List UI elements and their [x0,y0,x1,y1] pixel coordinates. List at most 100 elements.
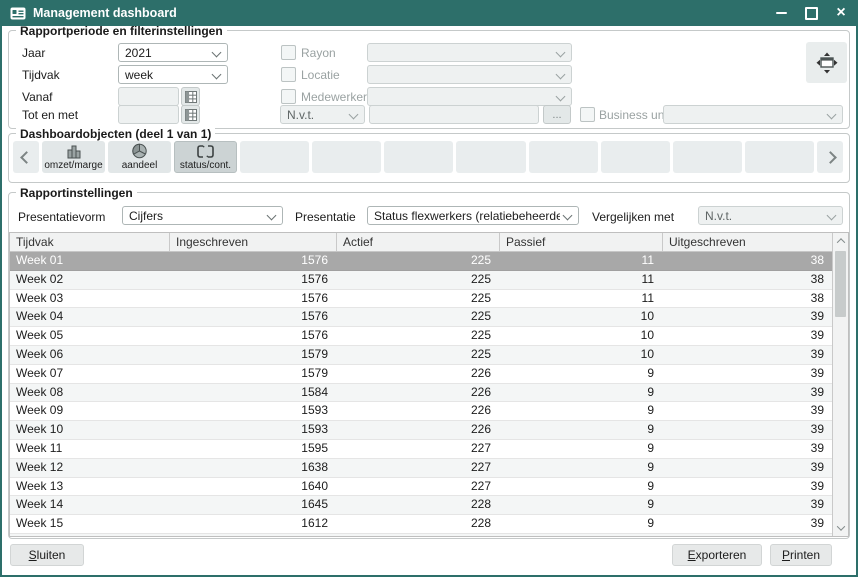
move-window-button[interactable] [806,42,847,83]
toolbar-empty-slot[interactable] [529,141,598,173]
column-header[interactable]: Actief [336,233,499,251]
locatie-select[interactable] [367,65,572,84]
window-icon [10,7,26,20]
table-row[interactable]: Week 0215762251138 [10,271,832,290]
sluiten-button[interactable]: Sluiten [10,544,84,566]
table-row[interactable]: Week 081584226939 [10,384,832,403]
business-unit-select[interactable] [663,105,843,124]
toolbar-item-omzet-marge[interactable]: omzet/marge [42,141,105,173]
toolbar-empty-slot[interactable] [240,141,309,173]
chevron-down-icon [563,211,573,221]
medewerker-checkbox[interactable] [281,89,296,104]
dashboard-toolbar: omzet/marge aandeel status/cont. [13,141,843,173]
tot-en-met-calendar-button[interactable] [181,105,200,124]
table-row[interactable]: Week 141645228939 [10,496,832,515]
cell-value: 1617 [169,534,336,537]
scroll-up-button[interactable] [833,233,848,249]
chevron-down-icon [556,92,566,102]
table-row[interactable]: Week 111595227939 [10,440,832,459]
scroll-down-button[interactable] [833,520,848,536]
tijdvak-select[interactable]: week [118,65,228,84]
table-row[interactable]: Week 121638227939 [10,459,832,478]
table-row[interactable]: Week 091593226939 [10,402,832,421]
business-unit-checkbox[interactable] [580,107,595,122]
browse-button[interactable]: ... [543,105,571,124]
table-row[interactable]: Week 151612228939 [10,515,832,534]
scrollbar-thumb[interactable] [835,251,846,317]
table-row[interactable]: Week 0415762251039 [10,308,832,327]
presentatie-select[interactable]: Status flexwerkers (relatiebeheerder) [367,206,579,225]
printen-button-label: Printen [782,548,820,562]
titlebar: Management dashboard × [0,0,858,26]
cell-value: 39 [662,478,832,496]
maximize-button[interactable] [802,4,820,22]
toolbar-next-button[interactable] [817,141,843,173]
column-header[interactable]: Ingeschreven [169,233,336,251]
cell-value: 11 [499,252,662,270]
cell-value: 39 [662,421,832,439]
rayon-checkbox[interactable] [281,45,296,60]
cell-value: 1576 [169,252,336,270]
presentatievorm-select[interactable]: Cijfers [122,206,283,225]
toolbar-empty-slot[interactable] [456,141,525,173]
cell-value: 39 [662,534,832,537]
table-row[interactable]: Week 0115762251138 [10,252,832,271]
report-settings-legend: Rapportinstellingen [16,186,137,200]
rayon-select[interactable] [367,43,572,62]
cell-value: 9 [499,402,662,420]
toolbar-prev-button[interactable] [13,141,39,173]
table-scrollbar[interactable] [832,233,848,536]
toolbar-empty-slot[interactable] [673,141,742,173]
table-row[interactable]: Week 0615792251039 [10,346,832,365]
minimize-button[interactable] [772,4,790,22]
column-header[interactable]: Passief [499,233,662,251]
cell-value: 228 [336,496,499,514]
chevron-down-icon [556,48,566,58]
filter-value-input[interactable] [369,105,539,124]
cell-value: 225 [336,346,499,364]
cell-value: 39 [662,384,832,402]
exporteren-button-label: Exporteren [688,548,747,562]
column-header[interactable]: Tijdvak [10,233,169,251]
vanaf-calendar-button[interactable] [181,87,200,106]
cell-tijdvak: Week 15 [10,515,169,533]
column-header[interactable]: Uitgeschreven [662,233,832,251]
cell-value: 1638 [169,459,336,477]
toolbar-empty-slot[interactable] [312,141,381,173]
table-row[interactable]: Week 071579226939 [10,365,832,384]
table-row[interactable]: Week 0315762251138 [10,290,832,309]
locatie-checkbox[interactable] [281,67,296,82]
cell-tijdvak: Week 10 [10,421,169,439]
toolbar-item-aandeel[interactable]: aandeel [108,141,171,173]
cell-value: 226 [336,402,499,420]
vanaf-input[interactable] [118,87,179,106]
toolbar-empty-slot[interactable] [601,141,670,173]
cell-value: 1612 [169,515,336,533]
table-row[interactable]: Week 101593226939 [10,421,832,440]
cell-value: 225 [336,290,499,308]
close-button[interactable]: × [832,4,850,22]
cell-value: 9 [499,421,662,439]
exporteren-button[interactable]: Exporteren [672,544,762,566]
move-window-icon [814,50,840,76]
chevron-up-icon [836,238,844,246]
table-header: TijdvakIngeschrevenActiefPassiefUitgesch… [10,233,832,252]
printen-button[interactable]: Printen [770,544,832,566]
nvt-select[interactable]: N.v.t. [280,105,365,124]
cell-value: 39 [662,402,832,420]
vergelijken-met-select[interactable]: N.v.t. [698,206,843,225]
toolbar-item-label: aandeel [122,160,158,171]
jaar-select[interactable]: 2021 [118,43,228,62]
tot-en-met-input[interactable] [118,105,179,124]
toolbar-empty-slot[interactable] [384,141,453,173]
cell-value: 9 [499,496,662,514]
toolbar-empty-slot[interactable] [745,141,814,173]
cell-value: 1576 [169,308,336,326]
table-row[interactable]: Week 161617228939 [10,534,832,537]
minimize-icon [776,12,787,14]
toolbar-item-status-cont[interactable]: status/cont. [174,141,237,173]
cell-value: 225 [336,308,499,326]
table-row[interactable]: Week 0515762251039 [10,327,832,346]
medewerker-select[interactable] [367,87,572,106]
table-row[interactable]: Week 131640227939 [10,478,832,497]
